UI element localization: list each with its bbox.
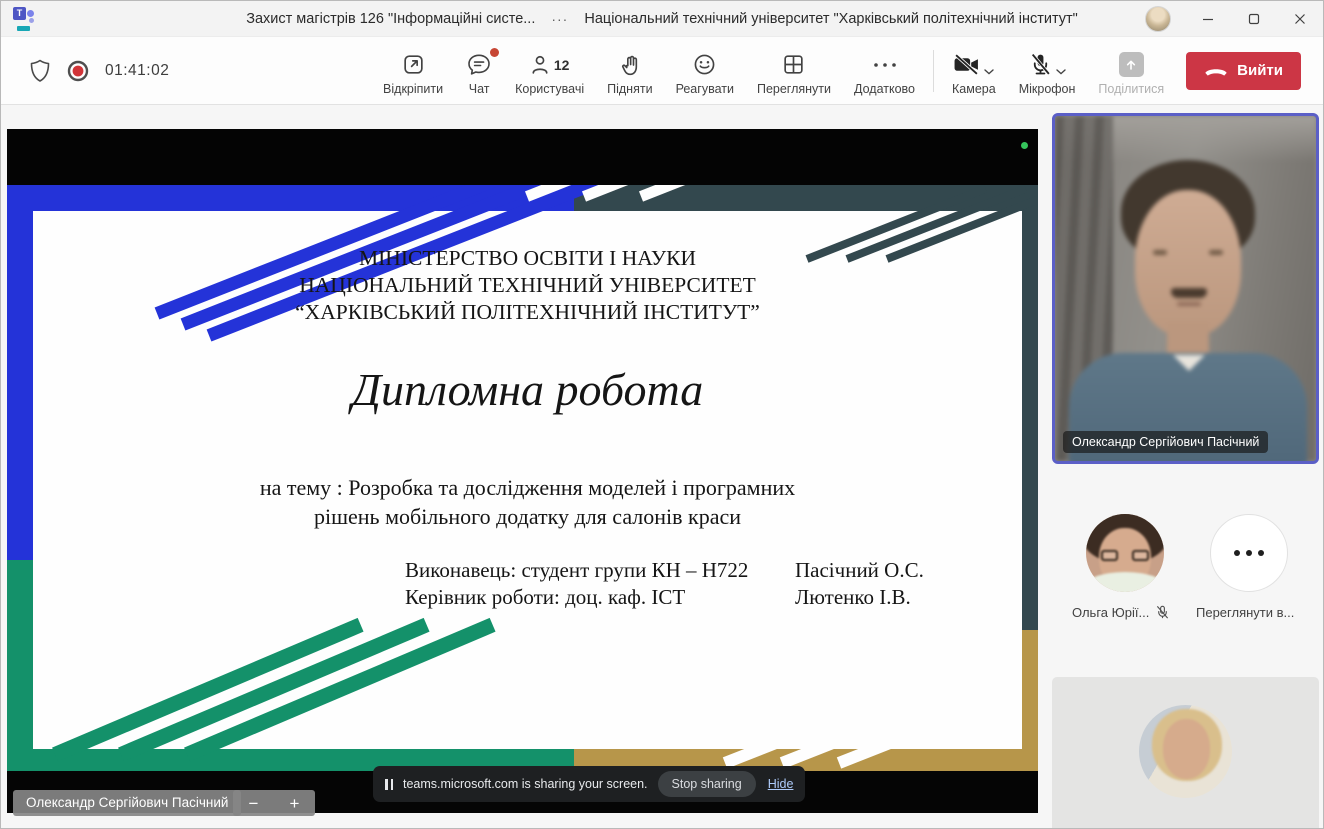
mic-off-icon — [1029, 53, 1052, 76]
screen-activity-dot — [1021, 142, 1028, 149]
browser-sharing-banner: teams.microsoft.com is sharing your scre… — [373, 766, 805, 802]
presenter-name-pill: Олександр Сергійович Пасічний — [13, 790, 241, 816]
pause-icon — [385, 779, 393, 790]
hide-banner-link[interactable]: Hide — [768, 777, 794, 791]
participants-sidebar: Олександр Сергійович Пасічний Ольга Юрії… — [1044, 105, 1324, 829]
popout-icon — [401, 52, 426, 77]
raise-hand-icon — [618, 52, 642, 77]
share-screen-icon — [1119, 52, 1144, 77]
camera-off-icon — [953, 54, 980, 75]
close-button[interactable] — [1277, 1, 1323, 37]
share-button: Поділитися — [1090, 46, 1172, 96]
maximize-icon — [1248, 13, 1260, 25]
smiley-icon — [692, 52, 717, 77]
participants-button[interactable]: 12 Користувачі — [507, 46, 592, 96]
ellipsis-icon — [872, 61, 898, 69]
speaker-video-feed — [1055, 116, 1316, 461]
participants-count: 12 — [554, 57, 570, 73]
grid-view-icon — [781, 52, 806, 77]
presentation-slide: МІНІСТЕРСТВО ОСВІТИ І НАУКИ НАЦІОНАЛЬНИЙ… — [7, 185, 1038, 771]
supervisor-name: Лютенко І.В. — [795, 584, 924, 611]
microphone-button[interactable]: Мікрофон — [1011, 46, 1084, 96]
shield-icon[interactable] — [29, 59, 51, 83]
close-icon — [1294, 13, 1306, 25]
titlebar-right — [1145, 1, 1323, 36]
meeting-toolbar: 01:41:02 Відкріпити — [1, 37, 1323, 105]
ministry-line-3: “ХАРКІВСЬКИЙ ПОЛІТЕХНІЧНИЙ ІНСТИТУТ” — [33, 299, 1022, 326]
react-button[interactable]: Реагувати — [668, 46, 742, 96]
slide-ministry-block: МІНІСТЕРСТВО ОСВІТИ І НАУКИ НАЦІОНАЛЬНИЙ… — [33, 245, 1022, 326]
toolbar-divider — [933, 50, 934, 92]
shared-screen-stage: МІНІСТЕРСТВО ОСВІТИ І НАУКИ НАЦІОНАЛЬНИЙ… — [1, 105, 1044, 829]
meeting-timer: 01:41:02 — [105, 62, 169, 80]
titlebar: T Захист магістрів 126 "Інформаційні сис… — [1, 1, 1323, 37]
account-avatar[interactable] — [1145, 6, 1171, 32]
toolbar-left: 01:41:02 — [1, 59, 169, 83]
popout-button[interactable]: Відкріпити — [375, 46, 451, 96]
view-button[interactable]: Переглянути — [749, 46, 839, 96]
mic-chevron-icon[interactable] — [1056, 69, 1066, 75]
slide-title: Дипломна робота — [33, 363, 1022, 416]
camera-button[interactable]: Камера — [944, 46, 1004, 96]
participants-icon — [530, 53, 550, 76]
minimize-icon — [1202, 13, 1214, 25]
stop-sharing-button[interactable]: Stop sharing — [658, 771, 756, 797]
teams-app-icon: T — [13, 7, 37, 31]
organization-title: Національний технічний університет "Харк… — [584, 11, 1077, 27]
zoom-out-button[interactable]: − — [249, 795, 259, 812]
ministry-line-2: НАЦІОНАЛЬНИЙ ТЕХНІЧНИЙ УНІВЕРСИТЕТ — [33, 272, 1022, 299]
chat-notification-badge — [490, 48, 499, 57]
muted-mic-icon — [1155, 605, 1170, 620]
participant-avatar[interactable] — [1086, 514, 1164, 592]
title-separator: ··· — [551, 11, 568, 27]
maximize-button[interactable] — [1231, 1, 1277, 37]
camera-chevron-icon[interactable] — [984, 69, 994, 75]
speaker-name-label: Олександр Сергійович Пасічний — [1063, 431, 1268, 453]
hangup-icon — [1204, 65, 1228, 76]
meeting-title: Захист магістрів 126 "Інформаційні систе… — [246, 11, 535, 27]
stage-zoom-controls: − + — [233, 790, 315, 816]
view-more-label-row[interactable]: Переглянути в... — [1196, 605, 1294, 620]
chat-button[interactable]: Чат — [458, 46, 500, 96]
slide-topic: на тему : Розробка та дослідження моделе… — [33, 473, 1022, 531]
view-more-label: Переглянути в... — [1196, 605, 1294, 620]
toolbar-buttons: Відкріпити Чат 12 — [375, 46, 923, 96]
teams-meeting-window: T Захист магістрів 126 "Інформаційні сис… — [0, 0, 1324, 829]
slide-credits-labels: Виконавець: студент групи КН – Н722 Кері… — [405, 557, 748, 611]
minimize-button[interactable] — [1185, 1, 1231, 37]
chat-icon — [466, 52, 492, 77]
titlebar-titles: Захист магістрів 126 "Інформаційні систе… — [1, 11, 1323, 27]
leave-label: Вийти — [1237, 62, 1283, 79]
raise-hand-button[interactable]: Підняти — [599, 46, 660, 96]
more-participants-button[interactable] — [1210, 514, 1288, 592]
recording-indicator-icon — [66, 59, 90, 83]
participant-video-tile[interactable] — [1052, 677, 1319, 829]
more-options-button[interactable]: Додатково — [846, 46, 923, 96]
media-buttons: Камера Мікрофон — [944, 46, 1172, 96]
leave-button[interactable]: Вийти — [1186, 52, 1301, 90]
sharing-banner-text: teams.microsoft.com is sharing your scre… — [403, 777, 648, 791]
zoom-in-button[interactable]: + — [290, 795, 300, 812]
participant-name: Ольга Юрії... — [1072, 605, 1149, 620]
supervisor-label: Керівник роботи: доц. каф. ІСТ — [405, 584, 748, 611]
more-icon — [1211, 550, 1287, 556]
shared-screen-top-letterbox — [7, 129, 1038, 185]
participant-photo-avatar — [1139, 705, 1232, 798]
participant-label-row: Ольга Юрії... — [1072, 605, 1170, 620]
slide-credits-names: Пасічний О.С. Лютенко І.В. — [795, 557, 924, 611]
executor-label: Виконавець: студент групи КН – Н722 — [405, 557, 748, 584]
executor-name: Пасічний О.С. — [795, 557, 924, 584]
ministry-line-1: МІНІСТЕРСТВО ОСВІТИ І НАУКИ — [33, 245, 1022, 272]
speaker-video-tile[interactable]: Олександр Сергійович Пасічний — [1052, 113, 1319, 464]
